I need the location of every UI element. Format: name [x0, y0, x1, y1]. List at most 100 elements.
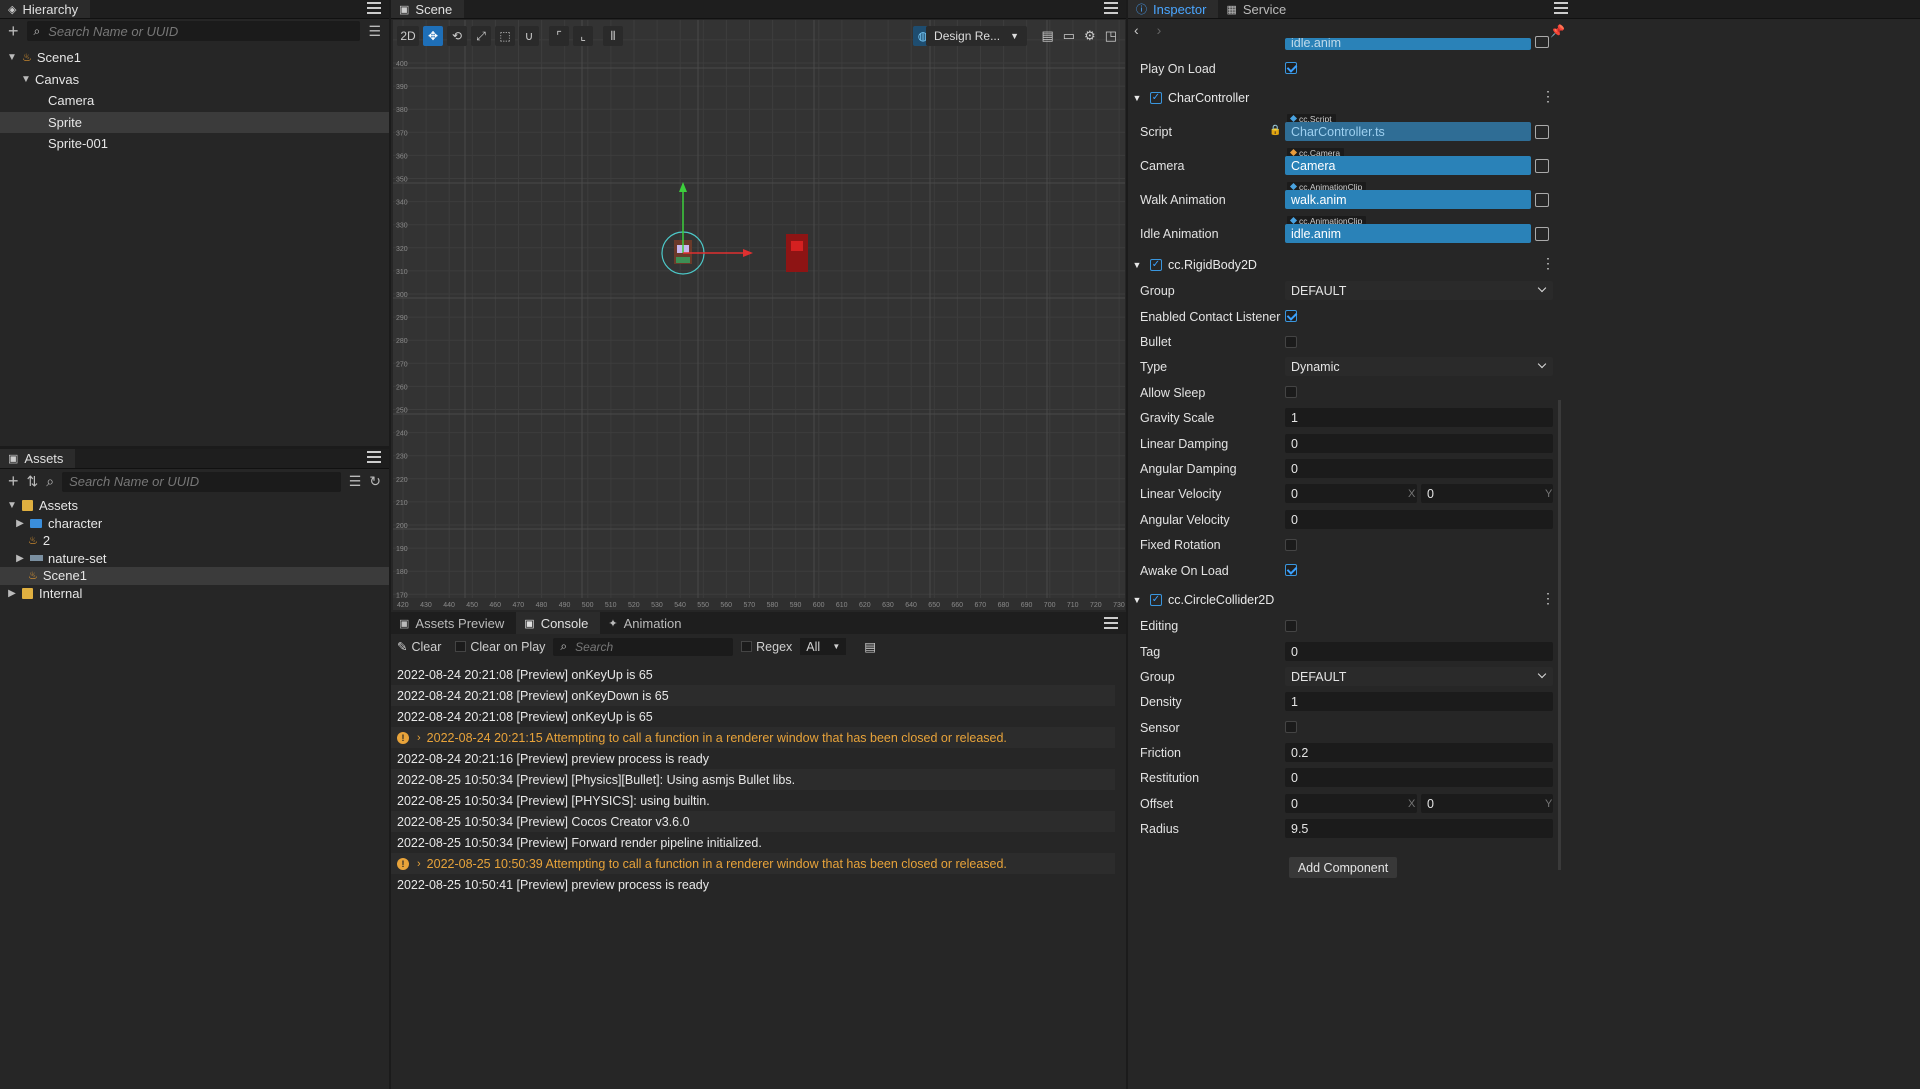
tab-scene[interactable]: ▣ Scene [391, 0, 465, 18]
console-log-line[interactable]: 2022-08-25 10:50:41 [Preview] preview pr… [391, 874, 1115, 895]
console-scrollbar[interactable] [1116, 664, 1120, 1084]
awake-on-load-checkbox[interactable] [1285, 564, 1297, 576]
refresh-icon[interactable]: ↻ [369, 473, 381, 490]
assets-search-input[interactable] [69, 474, 340, 489]
add-icon[interactable]: + [8, 21, 19, 42]
linear-velocity-x-input[interactable]: 0 [1285, 484, 1417, 503]
camera-field[interactable]: Camera [1285, 156, 1531, 175]
console-log-line[interactable]: 2022-08-25 10:50:34 [Preview] Cocos Crea… [391, 811, 1115, 832]
chevron-down-icon[interactable]: ▼ [1130, 595, 1144, 605]
radius-input[interactable]: 9.5 [1285, 819, 1553, 838]
console-log-line[interactable]: 2022-08-25 10:50:34 [Preview] [PHYSICS]:… [391, 790, 1115, 811]
console-warning-line[interactable]: ! › 2022-08-25 10:50:39 Attempting to call… [391, 853, 1115, 874]
tab-console[interactable]: ▣ Console [516, 612, 601, 634]
friction-input[interactable]: 0.2 [1285, 743, 1553, 762]
tab-assets-preview[interactable]: ▣ Assets Preview [391, 612, 517, 634]
editing-checkbox[interactable] [1285, 620, 1297, 632]
clear-button[interactable]: ✎ Clear [397, 639, 441, 655]
search-type-icon[interactable]: ⌕ [46, 473, 54, 490]
sensor-checkbox[interactable] [1285, 721, 1297, 733]
play-on-load-checkbox[interactable] [1285, 62, 1297, 74]
add-component-button[interactable]: Add Component [1289, 857, 1397, 878]
chevron-right-icon[interactable]: ▶ [6, 588, 18, 599]
walk-animation-field[interactable]: walk.anim [1285, 190, 1531, 209]
tree-node-sprite-001[interactable]: Sprite-001 [0, 133, 389, 155]
design-resolution-select[interactable]: Design Re... ▼ [926, 26, 1027, 46]
mode-2d-button[interactable]: 2D [397, 26, 419, 46]
console-search-input[interactable] [575, 639, 733, 654]
tree-node-scene1[interactable]: ▼ ♨ Scene1 [0, 47, 389, 69]
pivot-icon[interactable]: ⌜ [549, 26, 569, 46]
pick-icon[interactable] [1535, 159, 1549, 173]
camera-icon[interactable]: ▭ [1063, 28, 1075, 44]
tree-node-sprite[interactable]: Sprite [0, 111, 389, 133]
scale-tool-icon[interactable]: ⤢ [471, 26, 491, 46]
more-options-icon[interactable]: ⋮ [1541, 88, 1555, 105]
pick-icon[interactable] [1535, 227, 1549, 241]
angular-velocity-input[interactable]: 0 [1285, 510, 1553, 529]
chevron-down-icon[interactable]: ▼ [6, 52, 18, 63]
open-log-icon[interactable]: ▤ [864, 639, 876, 654]
inspector-menu-icon[interactable] [1554, 2, 1568, 14]
tree-node-canvas[interactable]: ▼ Canvas [0, 69, 389, 91]
contact-listener-checkbox[interactable] [1285, 310, 1297, 322]
snap-tool-icon[interactable]: ∪ [519, 26, 539, 46]
scene-viewport[interactable]: 400 390 380 370 360 350 340 330 320 310 300 290 280 2… [393, 20, 1125, 610]
type-select[interactable]: Dynamic [1285, 357, 1553, 376]
allow-sleep-checkbox[interactable] [1285, 386, 1297, 398]
asset-node-character[interactable]: ▶ character [0, 515, 389, 533]
pick-icon[interactable] [1535, 36, 1549, 48]
charcontroller-enabled-checkbox[interactable]: ✓ [1150, 91, 1162, 104]
collider-enabled-checkbox[interactable]: ✓ [1150, 593, 1162, 606]
assets-menu-icon[interactable] [367, 451, 381, 463]
tab-assets[interactable]: ▣ Assets [0, 449, 76, 468]
pin-icon[interactable]: 📌 [1550, 24, 1565, 38]
idle-animation-field[interactable]: idle.anim [1285, 224, 1531, 243]
rigidbody-header[interactable]: ▼ ✓ cc.RigidBody2D [1130, 252, 1560, 277]
restitution-input[interactable]: 0 [1285, 768, 1553, 787]
asset-node-nature-set[interactable]: ▶ nature-set [0, 550, 389, 568]
add-icon[interactable]: + [8, 471, 19, 492]
tab-service[interactable]: ▦ Service [1218, 0, 1299, 18]
scene-menu-icon[interactable] [1104, 2, 1118, 14]
chevron-down-icon[interactable]: ▼ [20, 74, 32, 85]
asset-node-scene1[interactable]: ♨ Scene1 [0, 567, 389, 585]
chevron-right-icon[interactable]: › [417, 858, 421, 870]
tab-inspector[interactable]: ⓘ Inspector [1128, 0, 1219, 18]
fixed-rotation-checkbox[interactable] [1285, 539, 1297, 551]
asset-node-internal[interactable]: ▶ Internal [0, 585, 389, 603]
console-log-line[interactable]: 2022-08-25 10:50:34 [Preview] [Physics][… [391, 769, 1115, 790]
forward-arrow-icon[interactable]: › [1157, 22, 1162, 38]
offset-y-input[interactable]: 0 [1421, 794, 1553, 813]
move-tool-icon[interactable]: ✥ [423, 26, 443, 46]
more-options-icon[interactable]: ⋮ [1541, 590, 1555, 607]
tab-animation[interactable]: ✦ Animation [600, 612, 694, 634]
chevron-right-icon[interactable]: ▶ [14, 553, 26, 564]
local-global-icon[interactable]: ⌞ [573, 26, 593, 46]
settings-icon[interactable]: ⚙ [1084, 28, 1096, 44]
gravity-scale-input[interactable]: 1 [1285, 408, 1553, 427]
asset-node-2[interactable]: ♨ 2 [0, 532, 389, 550]
hierarchy-search-input[interactable] [48, 23, 360, 39]
hierarchy-menu-icon[interactable] [367, 2, 381, 14]
tag-input[interactable]: 0 [1285, 642, 1553, 661]
group-select[interactable]: DEFAULT [1285, 281, 1553, 300]
console-log-line[interactable]: 2022-08-25 10:50:34 [Preview] Forward re… [391, 832, 1115, 853]
angular-damping-input[interactable]: 0 [1285, 459, 1553, 478]
pick-icon[interactable] [1535, 193, 1549, 207]
console-log-line[interactable]: 2022-08-24 20:21:08 [Preview] onKeyDown … [391, 685, 1115, 706]
asset-node-assets[interactable]: ▼ Assets [0, 497, 389, 515]
regex-checkbox[interactable]: Regex [741, 640, 792, 654]
console-log-line[interactable]: 2022-08-24 20:21:08 [Preview] onKeyUp is… [391, 706, 1115, 727]
console-warning-line[interactable]: ! › 2022-08-24 20:21:15 Attempting to call… [391, 727, 1115, 748]
chevron-down-icon[interactable]: ▼ [1130, 93, 1144, 103]
chevron-right-icon[interactable]: › [417, 732, 421, 744]
align-icon[interactable]: ⫴ [603, 26, 623, 46]
more-options-icon[interactable]: ⋮ [1541, 255, 1555, 272]
charcontroller-header[interactable]: ▼ ✓ CharController [1130, 85, 1560, 110]
rotate-tool-icon[interactable]: ⟲ [447, 26, 467, 46]
console-log-line[interactable]: 2022-08-24 20:21:08 [Preview] onKeyUp is… [391, 664, 1115, 685]
back-arrow-icon[interactable]: ‹ [1134, 22, 1139, 38]
offset-x-input[interactable]: 0 [1285, 794, 1417, 813]
console-menu-icon[interactable] [1104, 617, 1118, 629]
